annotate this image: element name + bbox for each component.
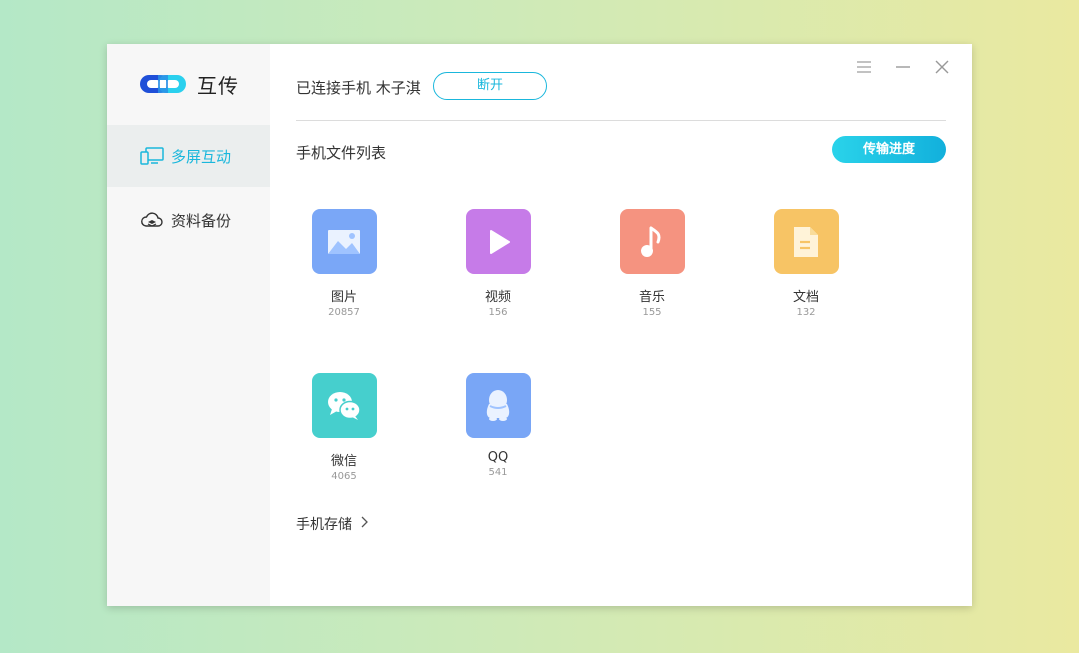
tile-label: 文档 [792, 290, 819, 305]
tile-label: 图片 [330, 290, 357, 305]
video-icon [465, 209, 531, 274]
app-name: 互传 [197, 73, 239, 98]
tile-label: 音乐 [638, 290, 665, 305]
chevron-right-icon [360, 516, 368, 532]
image-icon [311, 209, 377, 274]
cloud-backup-icon [139, 209, 165, 231]
sidebar-item-backup[interactable]: 资料备份 [107, 189, 270, 251]
category-tile-music[interactable]: 音乐 155 [592, 209, 712, 318]
category-tile-qq[interactable]: QQ 541 [438, 373, 558, 478]
music-icon [619, 209, 685, 274]
disconnect-button[interactable]: 断开 [433, 72, 547, 100]
sidebar-item-label: 资料备份 [171, 211, 232, 230]
app-window: 互传 多屏互动 资料备份 已连接手机 木子淇 断开 手机文件列表 传输进度 图片… [107, 44, 972, 606]
sidebar: 互传 多屏互动 资料备份 [107, 44, 270, 606]
document-icon [773, 209, 839, 274]
phone-storage-link[interactable]: 手机存储 [296, 514, 368, 534]
category-tile-wechat[interactable]: 微信 4065 [284, 373, 404, 482]
main-panel: 已连接手机 木子淇 断开 手机文件列表 传输进度 图片 20857 视频 156… [270, 44, 972, 606]
link-logo-icon [139, 72, 187, 96]
menu-icon[interactable] [855, 58, 873, 76]
phone-storage-label: 手机存储 [296, 517, 352, 533]
tile-label: QQ [487, 450, 509, 465]
tile-count: 156 [488, 307, 508, 318]
tile-label: 视频 [484, 290, 511, 305]
close-icon[interactable] [933, 58, 951, 76]
multi-screen-icon [139, 145, 165, 167]
tile-count: 20857 [328, 307, 360, 318]
wechat-icon [311, 373, 377, 438]
sidebar-item-label: 多屏互动 [171, 147, 232, 166]
tile-count: 4065 [331, 471, 357, 482]
connection-status: 已连接手机 木子淇 [296, 79, 421, 97]
sidebar-item-multi-screen[interactable]: 多屏互动 [107, 125, 270, 187]
transfer-progress-button[interactable]: 传输进度 [832, 136, 946, 163]
minimize-icon[interactable] [894, 58, 912, 76]
header-divider [296, 120, 946, 121]
tile-count: 132 [796, 307, 816, 318]
category-tile-videos[interactable]: 视频 156 [438, 209, 558, 318]
category-tile-documents[interactable]: 文档 132 [746, 209, 866, 318]
tile-count: 155 [642, 307, 662, 318]
qq-icon [465, 373, 531, 438]
category-tile-images[interactable]: 图片 20857 [284, 209, 404, 318]
tile-count: 541 [488, 467, 508, 478]
brand: 互传 [139, 70, 239, 98]
tile-label: 微信 [330, 454, 357, 469]
file-list-title: 手机文件列表 [296, 144, 387, 162]
